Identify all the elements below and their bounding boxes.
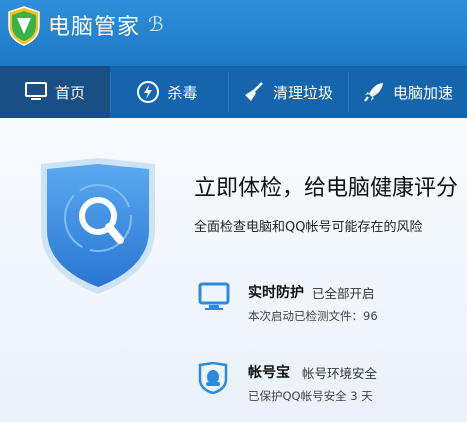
tab-speed-up[interactable]: 电脑加速	[349, 66, 467, 118]
headline[interactable]: 立即体检，给电脑健康评分	[194, 170, 458, 202]
tab-label: 电脑加速	[392, 83, 453, 102]
feature-detail: 本次启动已检测文件：96	[248, 309, 378, 323]
home-panel: 立即体检，给电脑健康评分 全面检查电脑和QQ帐号可能存在的风险 实时防护 已全部…	[0, 118, 467, 422]
tab-label: 杀毒	[167, 83, 198, 102]
scan-shield-button[interactable]	[38, 158, 158, 296]
tab-clean-junk[interactable]: 清理垃圾	[229, 66, 347, 118]
tab-antivirus[interactable]: 杀毒	[111, 66, 224, 118]
title-bar: 电脑管家 ℬ	[0, 0, 467, 66]
tab-label: 首页	[54, 83, 85, 102]
feature-title: 实时防护	[248, 285, 304, 301]
signature-mark: ℬ	[148, 12, 164, 36]
monitor-icon	[198, 282, 230, 310]
broom-icon	[243, 81, 265, 103]
qq-penguin-icon	[198, 362, 228, 394]
feature-status: 已全部开启	[312, 286, 375, 301]
app-logo-icon	[8, 6, 40, 46]
app-title: 电脑管家	[48, 15, 141, 40]
feature-status: 帐号环境安全	[302, 366, 378, 381]
monitor-icon	[24, 82, 47, 102]
subline: 全面检查电脑和QQ帐号可能存在的风险	[194, 220, 423, 235]
main-nav: 首页 杀毒 清理垃圾 电脑加速	[0, 66, 467, 118]
feature-title: 帐号宝	[248, 365, 290, 381]
lightning-icon	[137, 81, 160, 103]
rocket-icon	[363, 81, 385, 103]
tab-home[interactable]: 首页	[0, 66, 110, 118]
tab-label: 清理垃圾	[272, 83, 333, 102]
feature-detail: 已保护QQ帐号安全 3 天	[248, 389, 373, 403]
